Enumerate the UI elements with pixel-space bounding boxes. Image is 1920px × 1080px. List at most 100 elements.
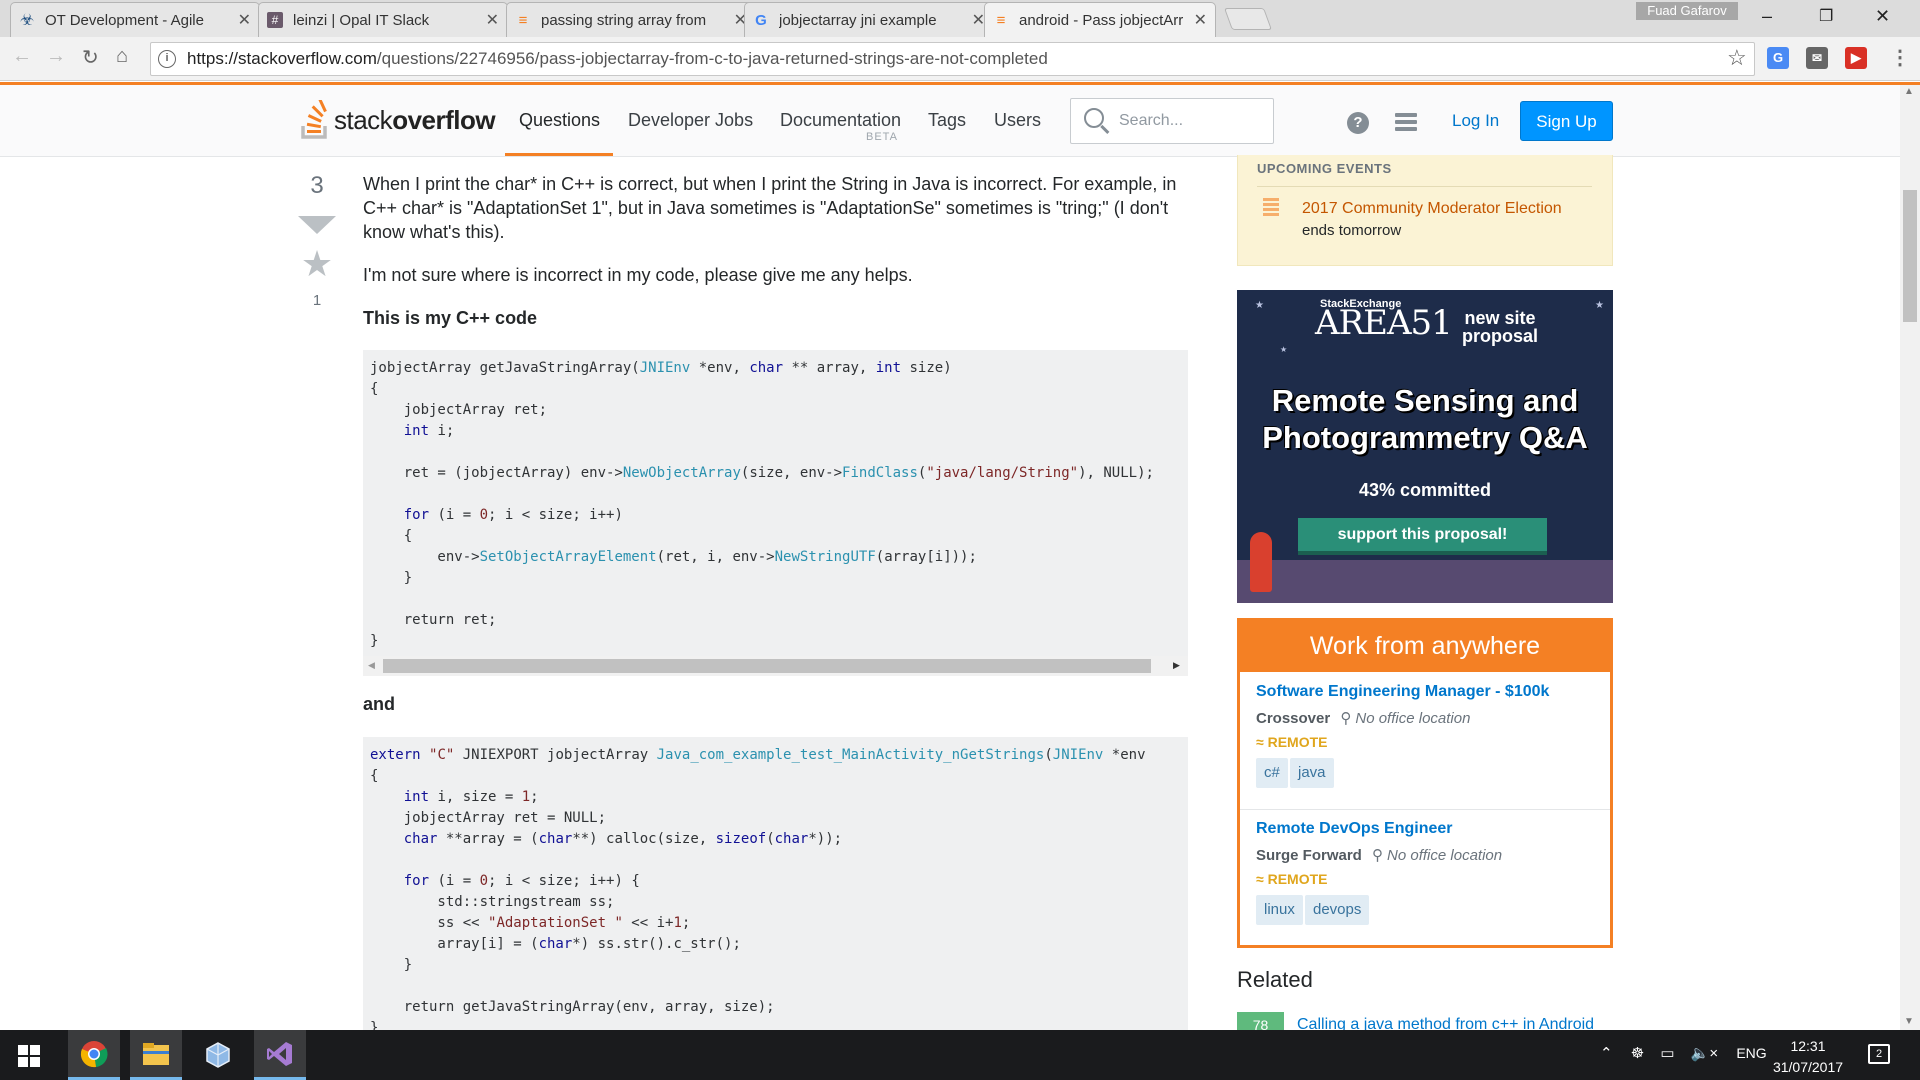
windows-start-icon[interactable] bbox=[18, 1045, 40, 1067]
scroll-right-arrow-icon[interactable]: ▶ bbox=[1173, 660, 1180, 671]
code-line: std::stringstream ss; bbox=[370, 894, 615, 910]
wifi-icon[interactable]: ☸ bbox=[1631, 1045, 1644, 1062]
restore-icon[interactable]: ❐ bbox=[1819, 6, 1833, 26]
scroll-up-arrow-icon[interactable]: ▲ bbox=[1904, 86, 1914, 97]
browser-tab-1[interactable]: ☣ OT Development - Agile ✕ bbox=[10, 2, 260, 37]
forward-icon[interactable]: → bbox=[46, 45, 66, 68]
page-scrollbar-thumb[interactable] bbox=[1903, 190, 1917, 322]
job-location: No office location bbox=[1387, 847, 1503, 864]
nav-tags[interactable]: Tags bbox=[928, 110, 966, 131]
close-tab-icon[interactable]: ✕ bbox=[1194, 10, 1207, 30]
code-line: char **array = (char**) calloc(size, siz… bbox=[403, 831, 843, 847]
star-decoration-icon: ★ bbox=[1255, 300, 1264, 311]
browser-tab-3[interactable]: ≡ passing string array from ✕ bbox=[506, 2, 756, 37]
code-scrollbar-thumb[interactable] bbox=[383, 659, 1151, 673]
job-title[interactable]: Remote DevOps Engineer bbox=[1256, 820, 1453, 838]
job-tag[interactable]: linux bbox=[1256, 895, 1303, 925]
ad-support-button[interactable]: support this proposal! bbox=[1298, 518, 1547, 555]
code-line: ret = (jobjectArray) env->NewObjectArray… bbox=[370, 465, 1154, 481]
search-icon bbox=[1084, 108, 1104, 128]
taskbar-clock[interactable]: 12:31 31/07/2017 bbox=[1768, 1036, 1848, 1078]
code-heading-2: and bbox=[363, 694, 396, 714]
site-switcher-icon[interactable] bbox=[1395, 113, 1417, 133]
code-line: for (i = 0; i < size; i++) bbox=[403, 507, 623, 523]
home-icon[interactable]: ⌂ bbox=[116, 45, 128, 68]
code-line: for (i = 0; i < size; i++) { bbox=[403, 873, 640, 889]
question-paragraph-2: I'm not sure where is incorrect in my co… bbox=[363, 265, 913, 285]
help-icon[interactable]: ? bbox=[1347, 112, 1369, 134]
scroll-down-arrow-icon[interactable]: ▼ bbox=[1904, 1016, 1914, 1027]
stackoverflow-icon: ≡ bbox=[996, 11, 1006, 29]
reload-icon[interactable]: ↻ bbox=[82, 45, 99, 70]
jobs-divider bbox=[1240, 809, 1610, 810]
close-tab-icon[interactable]: ✕ bbox=[238, 10, 251, 30]
rocket-icon bbox=[1250, 532, 1272, 592]
browser-tab-5-active[interactable]: ≡ android - Pass jobjectArr ✕ bbox=[984, 2, 1216, 37]
signup-button[interactable]: Sign Up bbox=[1520, 101, 1613, 141]
job-title[interactable]: Software Engineering Manager - $100k bbox=[1256, 683, 1549, 701]
code-block-cpp-1[interactable]: jobjectArray getJavaStringArray(JNIEnv *… bbox=[363, 350, 1188, 656]
site-info-icon[interactable]: i bbox=[158, 50, 176, 68]
code-block-cpp-2[interactable]: extern "C" JNIEXPORT jobjectArray Java_c… bbox=[363, 737, 1188, 1030]
star-decoration-icon: ★ bbox=[1280, 345, 1288, 354]
login-link[interactable]: Log In bbox=[1452, 111, 1499, 131]
job-tag[interactable]: java bbox=[1290, 758, 1334, 788]
language-indicator[interactable]: ENG bbox=[1736, 1045, 1766, 1061]
browser-tab-2[interactable]: # leinzi | Opal IT Slack ✕ bbox=[258, 2, 508, 37]
close-tab-icon[interactable]: ✕ bbox=[972, 10, 985, 30]
event-link[interactable]: 2017 Community Moderator Election bbox=[1302, 200, 1562, 218]
code-line: jobjectArray getJavaStringArray(JNIEnv *… bbox=[370, 360, 952, 376]
code-line: } bbox=[370, 1020, 379, 1030]
minimize-icon[interactable]: – bbox=[1762, 6, 1772, 27]
chrome-menu-icon[interactable]: ⋮ bbox=[1890, 45, 1910, 70]
job-tag[interactable]: c# bbox=[1256, 758, 1288, 788]
wifi-icon: ≈ bbox=[1256, 871, 1264, 887]
jobs-title[interactable]: Work from anywhere bbox=[1237, 618, 1613, 672]
address-bar[interactable]: https://stackoverflow.com/questions/2274… bbox=[150, 42, 1755, 76]
logo-text-stack: stack bbox=[334, 104, 393, 135]
chrome-icon[interactable] bbox=[68, 1030, 120, 1080]
code-line: } bbox=[370, 957, 413, 973]
bookmark-star-icon[interactable]: ☆ bbox=[1727, 45, 1747, 71]
file-explorer-icon[interactable] bbox=[130, 1030, 182, 1080]
ad-committed: 43% committed bbox=[1358, 480, 1492, 500]
stackoverflow-logo[interactable]: stack overflow bbox=[300, 100, 496, 140]
browser-tab-4[interactable]: G jobjectarray jni example ✕ bbox=[744, 2, 994, 37]
nav-questions[interactable]: Questions bbox=[519, 110, 600, 131]
url-path: /questions/22746956/pass-jobjectarray-fr… bbox=[376, 49, 1048, 68]
code-line: return getJavaStringArray(env, array, si… bbox=[370, 999, 775, 1015]
battery-icon[interactable]: ▭ bbox=[1660, 1045, 1674, 1062]
code-line: return ret; bbox=[370, 612, 497, 628]
clock-date: 31/07/2017 bbox=[1772, 1059, 1844, 1075]
job-remote-badge: ≈ REMOTE bbox=[1256, 734, 1328, 750]
action-center-icon[interactable]: 2 bbox=[1868, 1044, 1890, 1064]
virtualbox-icon[interactable] bbox=[192, 1030, 244, 1080]
job-meta: Crossover ⚲ No office location bbox=[1256, 709, 1470, 727]
nav-documentation[interactable]: Documentation bbox=[780, 110, 901, 131]
google-icon: G bbox=[755, 11, 767, 29]
back-icon[interactable]: ← bbox=[12, 45, 32, 68]
scroll-left-arrow-icon[interactable]: ◀ bbox=[368, 660, 375, 671]
job-tag[interactable]: devops bbox=[1305, 895, 1370, 925]
downvote-icon[interactable] bbox=[298, 216, 336, 234]
mail-extension-icon[interactable]: ✉ bbox=[1806, 47, 1828, 69]
translate-extension-icon[interactable]: G bbox=[1767, 47, 1789, 69]
slack-icon: # bbox=[267, 12, 283, 28]
visual-studio-icon[interactable] bbox=[254, 1030, 306, 1080]
close-window-icon[interactable]: ✕ bbox=[1875, 6, 1890, 27]
nav-users[interactable]: Users bbox=[994, 110, 1041, 131]
code-line: env->SetObjectArrayElement(ret, i, env->… bbox=[370, 549, 977, 565]
close-tab-icon[interactable]: ✕ bbox=[486, 10, 499, 30]
question-paragraph-1: When I print the char* in C++ is correct… bbox=[363, 174, 1177, 242]
nav-developer-jobs[interactable]: Developer Jobs bbox=[628, 110, 753, 131]
video-extension-icon[interactable]: ▶ bbox=[1845, 47, 1867, 69]
profile-badge[interactable]: Fuad Gafarov bbox=[1636, 2, 1738, 20]
tray-chevron-icon[interactable]: ⌃ bbox=[1600, 1045, 1613, 1062]
events-title: UPCOMING EVENTS bbox=[1257, 161, 1392, 176]
new-tab-button[interactable] bbox=[1223, 8, 1273, 30]
code-line: jobjectArray ret = NULL; bbox=[370, 810, 607, 826]
volume-muted-icon[interactable]: 🔈× bbox=[1691, 1045, 1718, 1062]
job-remote-badge: ≈ REMOTE bbox=[1256, 871, 1328, 887]
favorite-star-icon[interactable]: ★ bbox=[295, 246, 339, 282]
event-subtitle: ends tomorrow bbox=[1302, 222, 1402, 239]
